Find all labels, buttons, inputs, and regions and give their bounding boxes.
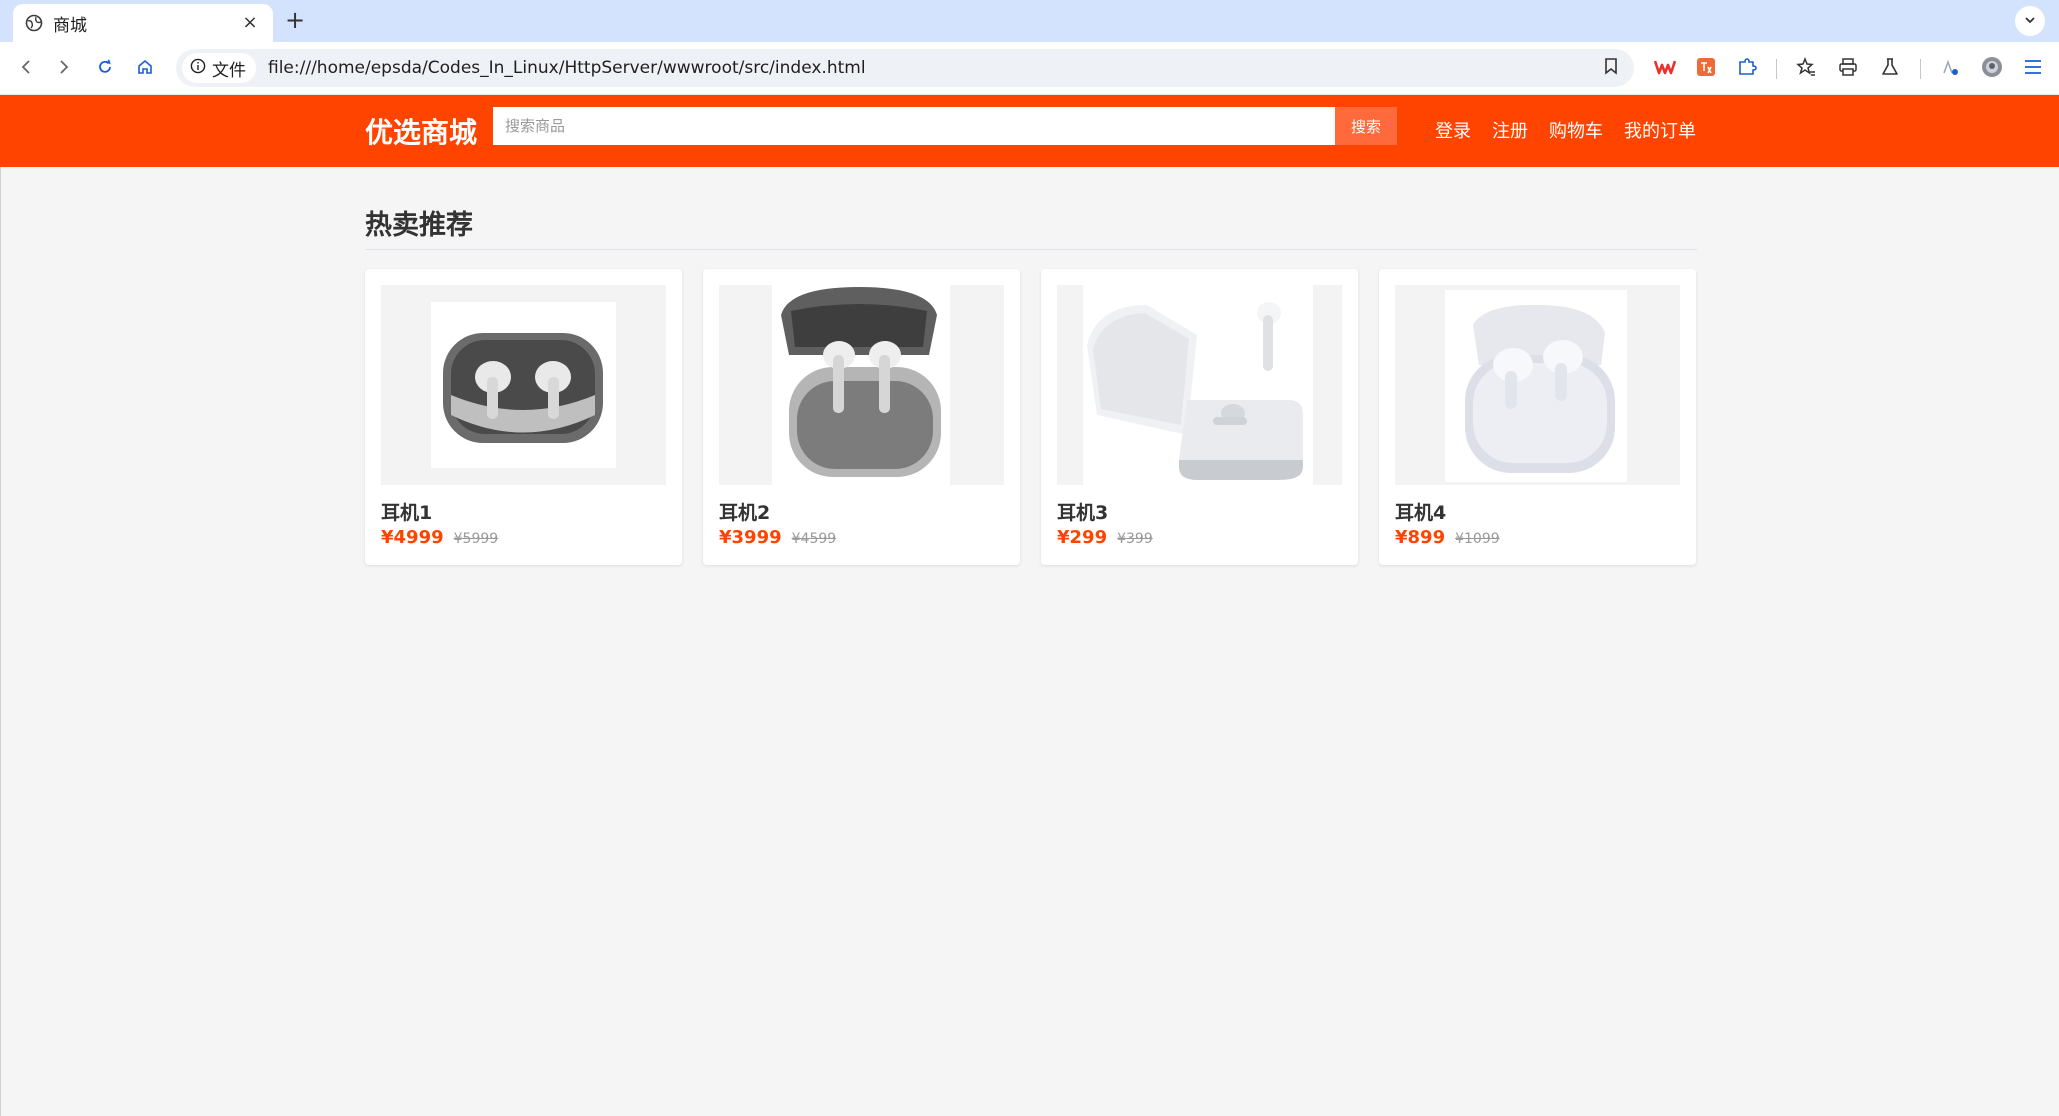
header-nav: 登录 注册 购物车 我的订单 [1435, 117, 1717, 143]
toolbar-separator [1920, 59, 1921, 79]
browser-tab[interactable]: 商城 × [13, 4, 273, 42]
printer-icon [1838, 57, 1858, 81]
wps-icon [1653, 59, 1677, 79]
site-info-button[interactable]: 文件 [182, 53, 256, 83]
toolbar-separator [1776, 59, 1777, 79]
site-header: 优选商城 搜索 登录 注册 购物车 我的订单 [0, 95, 2059, 167]
labs-button[interactable] [1875, 54, 1905, 84]
my-orders-link[interactable]: 我的订单 [1624, 117, 1696, 143]
hamburger-icon [2023, 58, 2043, 80]
product-original-price: ¥4599 [791, 531, 837, 547]
product-card[interactable]: 耳机4 ¥899 ¥1099 [1379, 269, 1696, 565]
user-badge-icon [1940, 57, 1960, 81]
product-name[interactable]: 耳机3 [1057, 498, 1108, 525]
product-card[interactable]: 耳机2 ¥3999 ¥4599 [703, 269, 1020, 565]
new-tab-button[interactable]: + [282, 8, 308, 34]
translate-icon [1696, 57, 1716, 81]
product-prices: ¥3999 ¥4599 [719, 527, 836, 548]
product-card[interactable]: 耳机1 ¥4999 ¥5999 [365, 269, 682, 565]
extensions-button[interactable] [1732, 54, 1762, 84]
product-name[interactable]: 耳机2 [719, 498, 770, 525]
arrow-right-icon [55, 58, 73, 80]
product-prices: ¥899 ¥1099 [1395, 527, 1500, 548]
menu-button[interactable] [2018, 54, 2048, 84]
bookmark-button[interactable] [1596, 53, 1626, 83]
home-icon [136, 58, 154, 80]
home-button[interactable] [131, 55, 159, 83]
site-logo[interactable]: 优选商城 [365, 111, 477, 151]
tab-title: 商城 [53, 15, 87, 36]
product-name[interactable]: 耳机1 [381, 498, 432, 525]
tab-search-button[interactable] [2015, 6, 2045, 36]
back-button[interactable] [12, 55, 40, 83]
favorites-button[interactable] [1791, 54, 1821, 84]
login-link[interactable]: 登录 [1435, 117, 1471, 143]
chevron-down-icon [2023, 12, 2037, 31]
url-text[interactable]: file:///home/epsda/Codes_In_Linux/HttpSe… [268, 58, 1596, 78]
arrow-left-icon [17, 58, 35, 80]
product-original-price: ¥1099 [1455, 531, 1500, 547]
flask-icon [1881, 57, 1899, 81]
bookmark-icon [1603, 57, 1619, 79]
product-card[interactable]: 耳机3 ¥299 ¥399 [1041, 269, 1358, 565]
globe-icon [25, 14, 43, 32]
avatar-icon [1981, 56, 2003, 82]
reload-icon [96, 58, 114, 80]
product-prices: ¥299 ¥399 [1057, 527, 1153, 548]
browser-tab-bar: 商城 × + [0, 0, 2059, 42]
wps-extension-button[interactable] [1650, 54, 1680, 84]
profile-extension-button[interactable] [1935, 54, 1965, 84]
profile-avatar-button[interactable] [1977, 54, 2007, 84]
product-image[interactable] [1057, 285, 1342, 485]
product-original-price: ¥399 [1117, 531, 1153, 547]
product-price: ¥299 [1057, 527, 1108, 548]
search-button[interactable]: 搜索 [1335, 107, 1397, 145]
product-price: ¥899 [1395, 527, 1446, 548]
print-button[interactable] [1833, 54, 1863, 84]
product-price: ¥3999 [719, 527, 782, 548]
address-bar[interactable]: 文件 file:///home/epsda/Codes_In_Linux/Htt… [176, 49, 1634, 87]
product-image[interactable] [381, 285, 666, 485]
info-icon [190, 58, 206, 78]
window-edge [0, 95, 1, 1116]
translate-extension-button[interactable] [1691, 54, 1721, 84]
product-price: ¥4999 [381, 527, 444, 548]
reload-button[interactable] [91, 55, 119, 83]
section-title: 热卖推荐 [365, 210, 473, 241]
product-name[interactable]: 耳机4 [1395, 498, 1446, 525]
puzzle-icon [1737, 57, 1757, 81]
product-prices: ¥4999 ¥5999 [381, 527, 498, 548]
site-info-label: 文件 [212, 60, 246, 81]
search-input[interactable] [493, 107, 1335, 145]
product-image[interactable] [719, 285, 1004, 485]
browser-toolbar: 文件 file:///home/epsda/Codes_In_Linux/Htt… [0, 42, 2059, 95]
star-list-icon [1796, 56, 1816, 81]
close-tab-icon[interactable]: × [239, 12, 261, 34]
product-original-price: ¥5999 [453, 531, 499, 547]
section-divider [365, 249, 1697, 250]
cart-link[interactable]: 购物车 [1549, 117, 1603, 143]
product-image[interactable] [1395, 285, 1680, 485]
forward-button[interactable] [50, 55, 78, 83]
register-link[interactable]: 注册 [1492, 117, 1528, 143]
